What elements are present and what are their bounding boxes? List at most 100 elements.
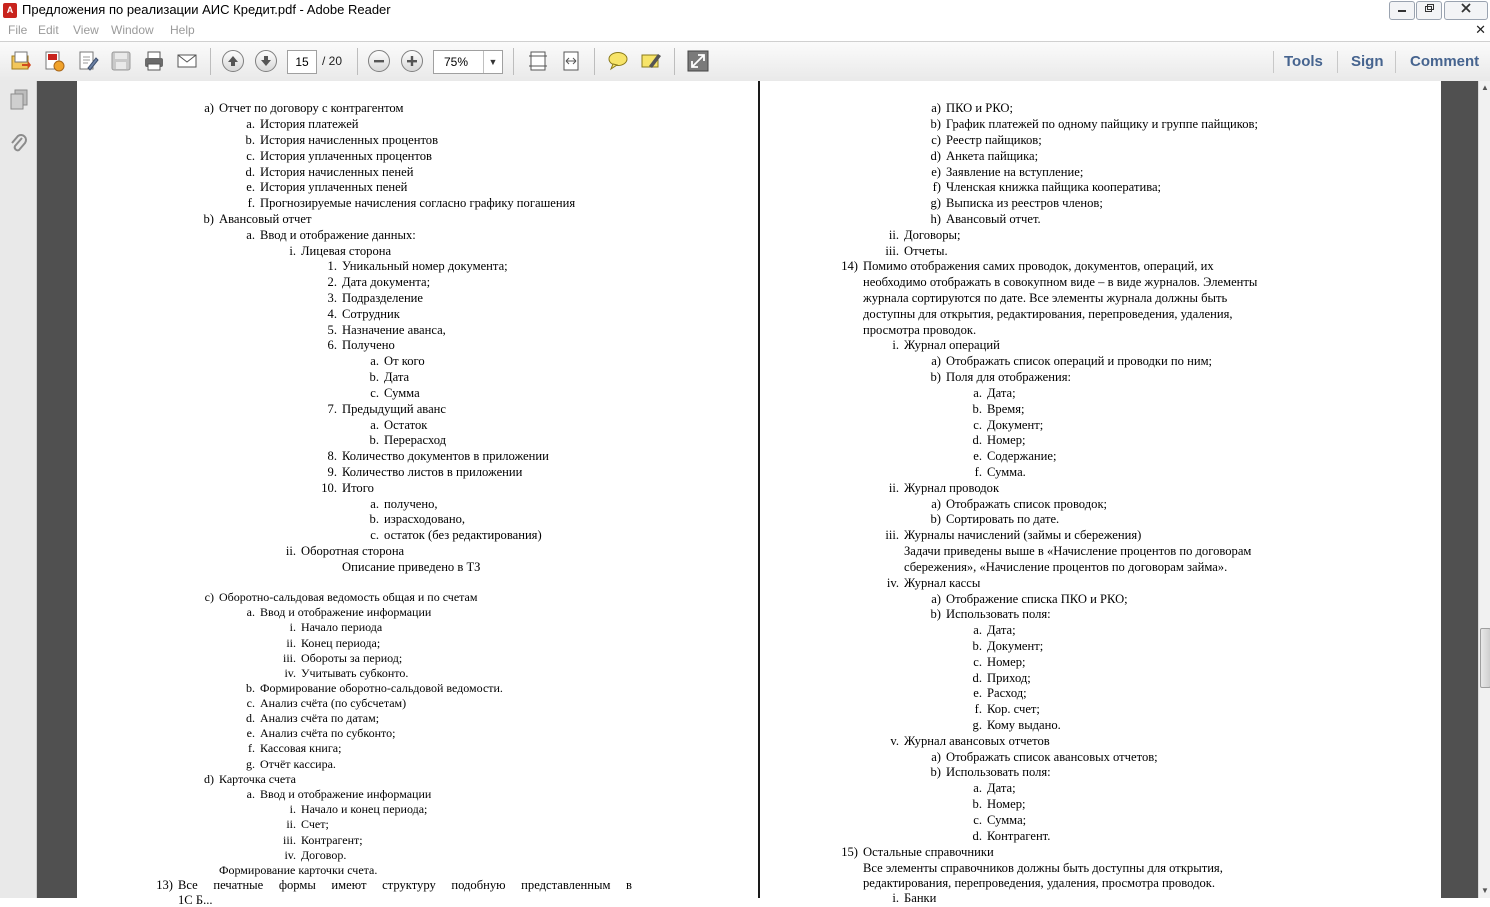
list-marker: iii.	[885, 244, 899, 258]
open-file-button[interactable]	[9, 50, 33, 72]
zoom-select[interactable]: 75% ▼	[433, 50, 503, 74]
save-button[interactable]	[109, 50, 133, 72]
list-marker: iii.	[885, 528, 899, 542]
list-marker: f.	[247, 196, 255, 210]
line-text: Договоры;	[904, 228, 961, 242]
list-marker: v.	[890, 734, 899, 748]
line-text: Авансовый отчет	[219, 212, 312, 226]
list-marker: b.	[972, 797, 982, 811]
save-icon	[111, 51, 131, 71]
list-marker: c)	[204, 590, 214, 604]
list-marker: i.	[289, 620, 296, 634]
fit-page-icon	[529, 51, 547, 71]
line-text: Обороты за период;	[301, 651, 403, 665]
chevron-down-icon[interactable]: ▼	[483, 51, 502, 73]
speech-bubble-icon	[608, 52, 628, 71]
left-page-line: 7. Предыдущий аванс	[328, 402, 446, 416]
page-thumbnails-button[interactable]	[8, 89, 30, 111]
maximize-button[interactable]	[1416, 1, 1442, 20]
left-page-line: i. Начало и конец периода;	[290, 802, 428, 816]
left-page-line: a. Ввод и отображение данных:	[246, 228, 416, 242]
menu-file[interactable]: File	[8, 23, 27, 37]
minimize-button[interactable]	[1389, 1, 1415, 20]
zoom-in-button[interactable]	[401, 50, 423, 72]
line-text: Количество документов в приложении	[342, 449, 549, 463]
list-marker: a.	[973, 781, 982, 795]
right-page-line: 15) Остальные справочники	[841, 845, 994, 859]
fit-width-button[interactable]	[559, 50, 583, 72]
menu-edit[interactable]: Edit	[38, 23, 59, 37]
left-page-line: b. израсходовано,	[370, 512, 466, 526]
line-text: Формирование карточки счета.	[219, 863, 378, 877]
list-marker: i.	[892, 338, 899, 352]
list-marker: e.	[973, 449, 982, 463]
line-text: Дата;	[987, 386, 1016, 400]
menu-help[interactable]: Help	[170, 23, 195, 37]
line-text: Все элементы справочников должны быть до…	[863, 861, 1223, 875]
line-text: Журнал авансовых отчетов	[904, 734, 1050, 748]
minus-icon	[374, 60, 384, 63]
zoom-out-button[interactable]	[368, 50, 390, 72]
scroll-thumb[interactable]	[1480, 628, 1490, 688]
next-page-button[interactable]	[255, 50, 277, 72]
list-marker: a)	[931, 497, 941, 511]
page-divider	[758, 81, 760, 898]
list-marker: a.	[246, 605, 255, 619]
vertical-scrollbar[interactable]: ▲ ▼	[1478, 81, 1490, 898]
list-marker: a)	[204, 101, 214, 115]
comment-pane-button[interactable]: Comment	[1410, 53, 1479, 70]
scroll-down-arrow[interactable]: ▼	[1479, 884, 1490, 898]
previous-page-button[interactable]	[222, 50, 244, 72]
left-page-line: b. История начисленных процентов	[246, 133, 438, 147]
list-marker: 2.	[327, 275, 337, 289]
line-text: Остальные справочники	[863, 845, 994, 859]
left-page-line: iv. Учитывать субконто.	[284, 666, 408, 680]
edit-button[interactable]	[76, 50, 100, 72]
list-marker: iii.	[282, 651, 296, 665]
line-text: Использовать поля:	[946, 765, 1051, 779]
line-text: Ввод и отображение данных:	[260, 228, 416, 242]
highlight-button[interactable]	[639, 50, 663, 72]
menu-view[interactable]: View	[73, 23, 99, 37]
line-text: Поля для отображения:	[946, 370, 1072, 384]
close-document-icon[interactable]: ✕	[1475, 22, 1486, 38]
fit-page-button[interactable]	[526, 50, 550, 72]
left-page-line: 13) Все печатные формы имеют структуру по…	[156, 878, 632, 892]
attachments-button[interactable]	[8, 133, 30, 155]
sign-pane-button[interactable]: Sign	[1351, 53, 1384, 70]
line-text: Время;	[987, 402, 1025, 416]
right-page-line: b. Документ;	[973, 639, 1044, 653]
right-page-line: b) Использовать поля:	[931, 765, 1051, 779]
list-marker: f.	[974, 702, 982, 716]
menu-window[interactable]: Window	[111, 23, 154, 37]
line-text: Помимо отображения самих проводок, докум…	[863, 259, 1214, 273]
line-text: просмотра проводок.	[863, 323, 977, 337]
line-text: Отображение списка ПКО и РКО;	[946, 592, 1128, 606]
line-text: Начало периода	[301, 620, 383, 634]
list-marker: iv.	[284, 848, 296, 862]
window-title: Предложения по реализации АИС Кредит.pdf…	[22, 2, 391, 17]
tools-pane-button[interactable]: Tools	[1284, 53, 1323, 70]
line-text: Дата	[384, 370, 410, 384]
line-text: Итого	[342, 481, 374, 495]
document-viewer[interactable]: a) Отчет по договору с контрагентом a. Исто…	[37, 81, 1478, 907]
list-marker: c.	[370, 386, 379, 400]
line-text: Описание приведено в ТЗ	[342, 560, 481, 574]
scroll-up-arrow[interactable]: ▲	[1479, 81, 1490, 95]
left-page-line: iii. Обороты за период;	[283, 651, 403, 665]
email-button[interactable]	[175, 50, 199, 72]
add-note-button[interactable]	[606, 50, 630, 72]
print-button[interactable]	[142, 50, 166, 72]
line-text: Назначение аванса,	[342, 323, 446, 337]
line-text: График платежей по одному пайщику и груп…	[946, 117, 1258, 131]
line-text: Получено	[342, 338, 395, 352]
right-page-line: f) Членская книжка пайщика кооператива;	[933, 180, 1161, 194]
right-page-line: a) Отображение списка ПКО и РКО;	[931, 592, 1128, 606]
full-screen-button[interactable]	[686, 50, 710, 72]
close-window-button[interactable]	[1444, 1, 1488, 20]
create-pdf-button[interactable]	[42, 50, 66, 72]
page-number-input[interactable]: 15	[287, 50, 317, 74]
line-text: Журналы начислений (займы и сбережения)	[904, 528, 1142, 542]
list-marker: 8.	[327, 449, 337, 463]
line-text: Ввод и отображение информации	[260, 787, 432, 801]
